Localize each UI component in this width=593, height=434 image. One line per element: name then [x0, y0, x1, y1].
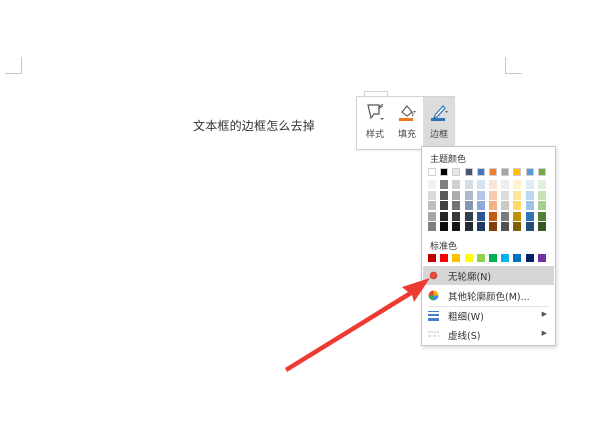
red-arrow-icon — [285, 278, 430, 372]
annotation-arrow — [285, 278, 430, 372]
